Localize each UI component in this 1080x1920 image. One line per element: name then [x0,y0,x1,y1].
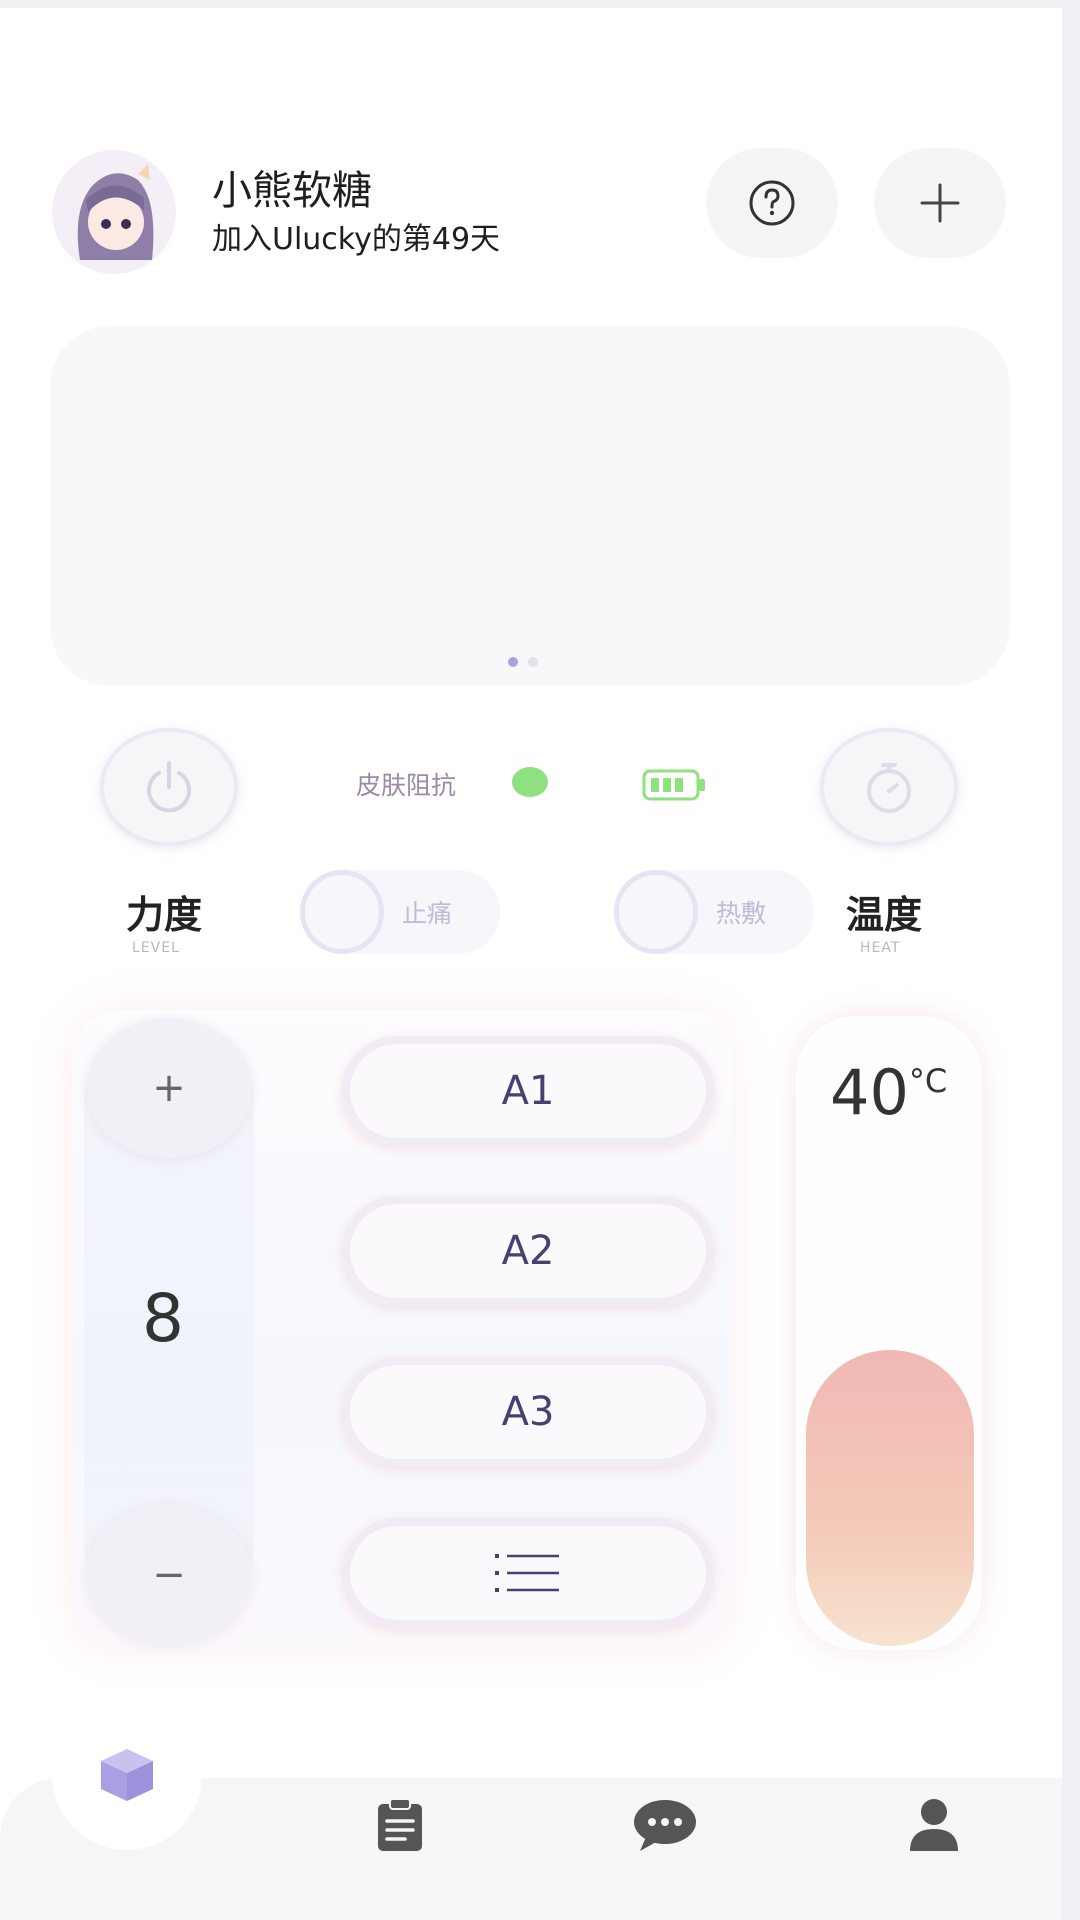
pain-relief-label: 止痛 [402,899,453,928]
force-sub-label: LEVEL [132,940,180,956]
nav-home[interactable] [52,1700,202,1850]
mode-a3-button[interactable]: A3 [342,1357,714,1467]
list-icon [495,1554,559,1592]
increase-level-button[interactable]: + [86,1018,252,1158]
help-button[interactable] [706,148,838,258]
carousel-dot [528,657,538,667]
nav-messages[interactable] [630,1795,700,1855]
temperature-unit: °C [908,1062,948,1100]
timer-icon [867,763,911,813]
nav-profile[interactable] [904,1795,964,1855]
user-name: 小熊软糖 [212,168,372,214]
carousel-indicator [508,657,538,667]
home-icon [101,1749,153,1801]
mode-list-button[interactable] [342,1518,714,1628]
user-icon [910,1799,958,1851]
skin-impedance-indicator [512,767,548,797]
heat-compress-toggle[interactable]: 热敷 [614,870,814,954]
timer-button[interactable] [820,728,958,846]
toggle-knob [300,870,384,954]
power-button[interactable] [100,728,238,846]
chat-icon [634,1800,696,1851]
level-value: 8 [142,1280,184,1357]
temperature-slider[interactable] [806,1350,974,1646]
banner-carousel[interactable] [50,326,1010,686]
mode-a2-button[interactable]: A2 [342,1196,714,1306]
document-icon [378,1798,422,1851]
temperature-number: 40 [830,1056,909,1129]
force-label: 力度 [126,893,203,937]
avatar-image [52,150,176,274]
decrease-level-button[interactable]: − [86,1505,252,1645]
nav-records[interactable] [370,1795,430,1855]
toggle-knob [614,870,698,954]
temperature-value: 40°C [830,1056,947,1129]
mode-a1-button[interactable]: A1 [342,1036,714,1146]
add-device-button[interactable] [874,148,1006,258]
skin-impedance-label: 皮肤阻抗 [356,771,457,800]
join-days-text: 加入Ulucky的第49天 [212,222,501,257]
temperature-label: 温度 [846,893,923,937]
carousel-dot-active [508,657,518,667]
power-icon [147,761,191,813]
help-icon [749,180,795,226]
avatar[interactable] [52,150,176,274]
battery-icon [642,768,708,806]
temperature-sub-label: HEAT [860,940,901,956]
plus-icon [920,183,960,223]
pain-relief-toggle[interactable]: 止痛 [300,870,500,954]
heat-compress-label: 热敷 [716,899,767,928]
